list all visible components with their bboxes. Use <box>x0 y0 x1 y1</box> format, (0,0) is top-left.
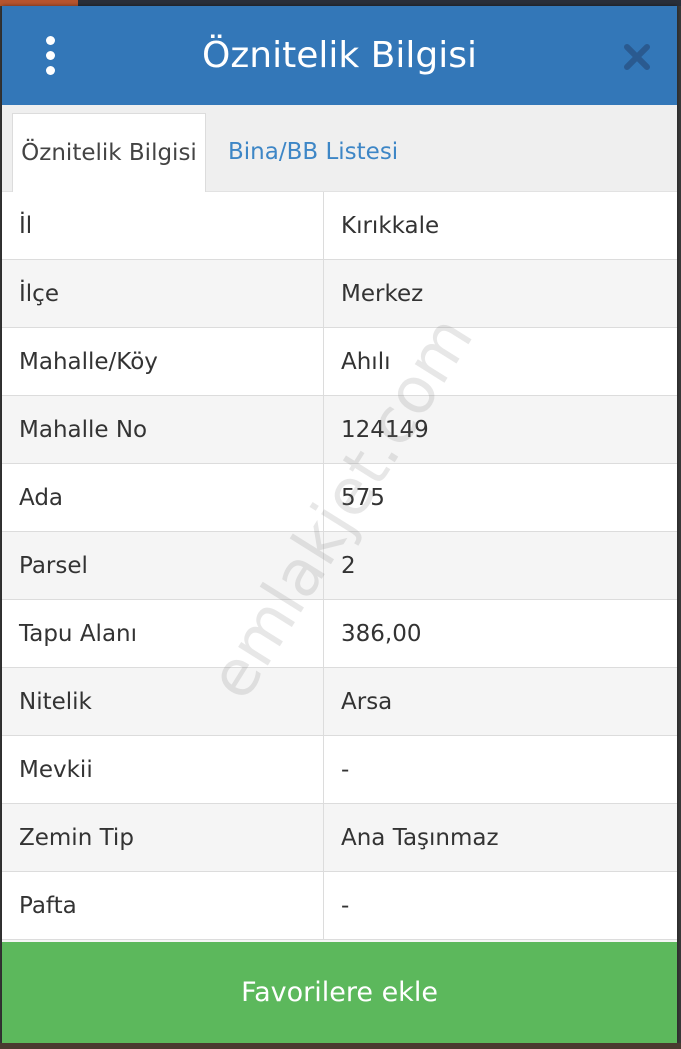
attribute-key: Ada <box>2 463 324 532</box>
tab-attribute-info[interactable]: Öznitelik Bilgisi <box>12 113 206 192</box>
attribute-value: 386,00 <box>323 599 677 668</box>
table-row: Zemin Tip Ana Taşınmaz <box>2 803 677 872</box>
table-row: Tapu Alanı 386,00 <box>2 599 677 668</box>
attribute-value: Kırıkkale <box>323 192 677 260</box>
table-row: İlçe Merkez <box>2 259 677 328</box>
table-row: Mevkii - <box>2 735 677 804</box>
attribute-key: Tapu Alanı <box>2 599 324 668</box>
add-to-favorites-button[interactable]: Favorilere ekle <box>2 942 677 1043</box>
tab-bar: Öznitelik Bilgisi Bina/BB Listesi <box>2 105 677 194</box>
attribute-value: Merkez <box>323 259 677 328</box>
attribute-value: 124149 <box>323 395 677 464</box>
background-strip-bottom <box>0 1043 681 1049</box>
attribute-info-dialog: Öznitelik Bilgisi Öznitelik Bilgisi Bina… <box>2 6 677 1043</box>
attribute-key: Nitelik <box>2 667 324 736</box>
table-row: Pafta - <box>2 871 677 940</box>
table-row: Mahalle No 124149 <box>2 395 677 464</box>
attribute-value: 2 <box>323 531 677 600</box>
attribute-key: Mahalle No <box>2 395 324 464</box>
attribute-table: İl Kırıkkale İlçe Merkez Mahalle/Köy Ahılı Mah… <box>2 192 677 940</box>
attribute-value: Ana Taşınmaz <box>323 803 677 872</box>
attribute-value: Arsa <box>323 667 677 736</box>
attribute-value: 575 <box>323 463 677 532</box>
attribute-key: İl <box>2 192 324 260</box>
dialog-header: Öznitelik Bilgisi <box>2 6 677 105</box>
table-row: Nitelik Arsa <box>2 667 677 736</box>
attribute-key: İlçe <box>2 259 324 328</box>
table-row: Mahalle/Köy Ahılı <box>2 327 677 396</box>
close-icon[interactable] <box>620 40 654 74</box>
attribute-value: - <box>323 735 677 804</box>
attribute-key: Zemin Tip <box>2 803 324 872</box>
attribute-key: Mahalle/Köy <box>2 327 324 396</box>
attribute-value: - <box>323 871 677 940</box>
attribute-key: Mevkii <box>2 735 324 804</box>
tab-building-list[interactable]: Bina/BB Listesi <box>228 113 398 191</box>
table-row: Parsel 2 <box>2 531 677 600</box>
table-row: İl Kırıkkale <box>2 192 677 260</box>
attribute-key: Pafta <box>2 871 324 940</box>
dialog-title: Öznitelik Bilgisi <box>202 35 477 76</box>
attribute-value: Ahılı <box>323 327 677 396</box>
table-row: Ada 575 <box>2 463 677 532</box>
attribute-key: Parsel <box>2 531 324 600</box>
